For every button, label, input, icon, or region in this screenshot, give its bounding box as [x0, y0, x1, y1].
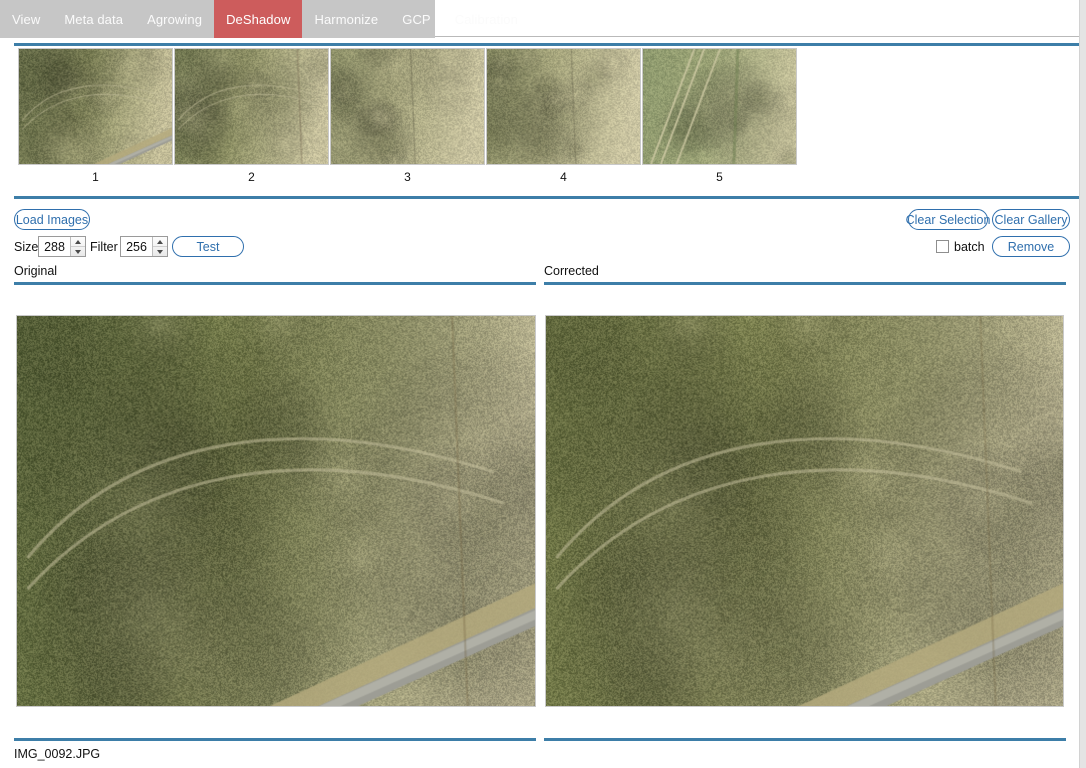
- tab-agrowing[interactable]: Agrowing: [135, 0, 214, 38]
- thumbnail-label-4: 4: [560, 170, 567, 184]
- thumbnail-gallery[interactable]: 1 2 3 4 5: [0, 48, 1080, 184]
- original-panel-rule: [14, 282, 536, 285]
- thumbnail-label-2: 2: [248, 170, 255, 184]
- load-images-label: Load Images: [15, 212, 89, 227]
- size-stepper-down-icon[interactable]: [71, 247, 85, 256]
- size-value[interactable]: 288: [39, 237, 70, 256]
- tab-meta-data[interactable]: Meta data: [52, 0, 135, 38]
- clear-selection-button[interactable]: Clear Selection: [905, 209, 991, 230]
- test-label: Test: [196, 239, 220, 254]
- corrected-footer-rule: [544, 738, 1066, 741]
- thumbnail-image-2[interactable]: [174, 48, 329, 165]
- test-button[interactable]: Test: [172, 236, 244, 257]
- tab-gcp-label: GCP: [402, 11, 431, 27]
- thumbnail-item-5[interactable]: 5: [642, 48, 797, 184]
- thumbnail-label-5: 5: [716, 170, 723, 184]
- clear-gallery-button[interactable]: Clear Gallery: [992, 209, 1070, 230]
- window-right-edge: [1079, 0, 1086, 768]
- size-stepper-buttons[interactable]: [70, 237, 85, 256]
- original-footer-rule: [14, 738, 536, 741]
- tab-meta-data-label: Meta data: [64, 11, 124, 27]
- remove-label: Remove: [1007, 239, 1055, 254]
- tab-harmonize-label: Harmonize: [314, 11, 379, 27]
- filter-stepper-down-icon[interactable]: [153, 247, 167, 256]
- filter-stepper-buttons[interactable]: [152, 237, 167, 256]
- corrected-image-view[interactable]: [545, 315, 1064, 707]
- tab-gcp[interactable]: GCP: [390, 0, 442, 38]
- tab-deshadow-label: DeShadow: [226, 11, 291, 27]
- application-window: View Meta data Agrowing DeShadow Harmoni…: [0, 0, 1086, 768]
- filename-label: IMG_0092.JPG: [14, 747, 101, 761]
- filter-value[interactable]: 256: [121, 237, 152, 256]
- thumbnail-label-3: 3: [404, 170, 411, 184]
- gallery-top-rule: [14, 43, 1080, 46]
- thumbnail-item-4[interactable]: 4: [486, 48, 641, 184]
- thumbnail-image-4[interactable]: [486, 48, 641, 165]
- thumbnail-label-1: 1: [92, 170, 99, 184]
- remove-button[interactable]: Remove: [992, 236, 1070, 257]
- gallery-bottom-rule: [14, 196, 1080, 199]
- thumbnail-image-5[interactable]: [642, 48, 797, 165]
- thumbnail-image-3[interactable]: [330, 48, 485, 165]
- tab-calibration-label: Calibration: [454, 11, 518, 27]
- main-tab-bar[interactable]: View Meta data Agrowing DeShadow Harmoni…: [0, 0, 518, 38]
- tab-view-label: View: [12, 11, 41, 27]
- clear-selection-label: Clear Selection: [905, 212, 991, 227]
- filter-stepper-up-icon[interactable]: [153, 237, 167, 247]
- batch-label: batch: [954, 240, 985, 254]
- thumbnail-item-1[interactable]: 1: [18, 48, 173, 184]
- tab-bar-underline: [435, 36, 1080, 37]
- tab-deshadow[interactable]: DeShadow: [214, 0, 303, 38]
- tab-agrowing-label: Agrowing: [147, 11, 203, 27]
- tab-harmonize[interactable]: Harmonize: [302, 0, 390, 38]
- size-label: Size: [14, 240, 39, 254]
- corrected-panel-rule: [544, 282, 1066, 285]
- filter-stepper[interactable]: 256: [120, 236, 168, 257]
- size-stepper[interactable]: 288: [38, 236, 86, 257]
- load-images-button[interactable]: Load Images: [14, 209, 90, 230]
- size-stepper-up-icon[interactable]: [71, 237, 85, 247]
- batch-checkbox[interactable]: [936, 240, 949, 253]
- corrected-panel-title: Corrected: [544, 264, 599, 278]
- original-image-view[interactable]: [16, 315, 536, 707]
- thumbnail-image-1[interactable]: [18, 48, 173, 165]
- tab-view[interactable]: View: [0, 0, 52, 38]
- original-panel-title: Original: [14, 264, 58, 278]
- thumbnail-item-3[interactable]: 3: [330, 48, 485, 184]
- thumbnail-item-2[interactable]: 2: [174, 48, 329, 184]
- clear-gallery-label: Clear Gallery: [994, 212, 1068, 227]
- tab-calibration[interactable]: Calibration: [443, 0, 530, 38]
- filter-label: Filter: [90, 240, 118, 254]
